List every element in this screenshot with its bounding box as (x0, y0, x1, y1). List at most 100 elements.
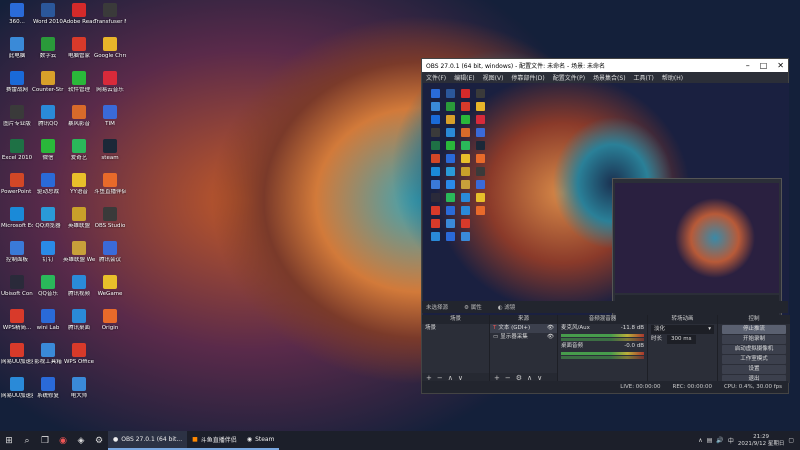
app-icon (103, 139, 117, 153)
desktop-icon[interactable]: 数字云 (32, 37, 64, 59)
desktop-icon[interactable]: WPS精简... (1, 309, 33, 331)
studio-mode-button[interactable]: 工作室模式 (722, 355, 786, 364)
desktop-icon[interactable]: 网易UU加速器工具 (1, 343, 33, 365)
mixer-track-desktop: 桌面音频 -0.0 dB (561, 343, 644, 349)
desktop-icon-label: TIM (105, 121, 115, 127)
desktop-icon[interactable]: YY语音 (63, 173, 95, 195)
menu-tools[interactable]: 工具(T) (634, 73, 654, 82)
virtual-camera-button[interactable]: 启动虚拟摄像机 (722, 345, 786, 354)
filters-button[interactable]: ◐ 滤镜 (498, 303, 516, 311)
search-icon[interactable]: ⌕ (18, 431, 36, 450)
desktop-icon[interactable]: 爱奇艺 (63, 139, 95, 161)
desktop-icon[interactable]: 控制面板 (1, 241, 33, 263)
duration-field[interactable]: 300 ms (667, 335, 696, 344)
menu-help[interactable]: 帮助(H) (662, 73, 683, 82)
desktop-icon[interactable]: 电脑管家 (63, 37, 95, 59)
obs-titlebar[interactable]: OBS 27.0.1 (64 bit, windows) - 配置文件: 未命名… (422, 59, 788, 72)
desktop-icon[interactable]: 软件管理 (63, 71, 95, 93)
desktop-volume-slider[interactable] (561, 356, 644, 359)
eye-icon[interactable]: 👁 (547, 333, 554, 342)
desktop-icon[interactable]: 驱动总裁 (32, 173, 64, 195)
app-icon (10, 207, 24, 221)
desktop-icon[interactable]: 电大师 (63, 377, 95, 399)
desktop-icon[interactable]: 图片专业版 (1, 105, 33, 127)
maximize-icon[interactable]: □ (760, 61, 768, 70)
desktop-icon[interactable]: 360... (1, 3, 33, 25)
ime-icon[interactable]: 中 (728, 436, 734, 445)
menu-edit[interactable]: 编辑(E) (454, 73, 474, 82)
menu-scene-collection[interactable]: 场景集合(S) (593, 73, 626, 82)
desktop-icon[interactable]: 网易云音乐 (94, 71, 126, 93)
desktop-icon[interactable]: 英雄联盟 WeGame版 (63, 241, 95, 263)
scene-item[interactable]: 场景 (422, 324, 489, 333)
app-icon (41, 275, 55, 289)
desktop-icon[interactable]: 微信 (32, 139, 64, 161)
desktop-icon[interactable]: PowerPoint 2010 (1, 173, 33, 195)
minimize-icon[interactable]: – (746, 61, 750, 70)
close-icon[interactable]: ✕ (777, 61, 784, 70)
windows-start-icon[interactable]: ⊞ (0, 431, 18, 450)
source-item[interactable]: T 文本 (GDI+) 👁 (490, 324, 557, 333)
preview-icon (446, 206, 455, 215)
desktop-icon[interactable]: 赛雷战网 (1, 71, 33, 93)
app-icon (103, 105, 117, 119)
desktop-icon[interactable]: 腾讯会议 (94, 241, 126, 263)
desktop-icon[interactable]: 腾讯视频 (63, 275, 95, 297)
menu-docks[interactable]: 停靠部件(D) (511, 73, 544, 82)
desktop-icon[interactable]: Ubisoft Connect (1, 275, 33, 297)
menu-profile[interactable]: 配置文件(P) (553, 73, 585, 82)
desktop-icon[interactable]: steam (94, 139, 126, 161)
taskbar-app-steam[interactable]: ◉ Steam (241, 431, 280, 450)
desktop-icon[interactable]: 暴风影音 (63, 105, 95, 127)
source-item[interactable]: ▭ 显示器采集 👁 (490, 333, 557, 342)
desktop-icon[interactable]: 斗鱼直播伴侣 (94, 173, 126, 195)
settings-button[interactable]: 设置 (722, 365, 786, 374)
douyu-icon: ■ (192, 436, 198, 443)
stop-streaming-button[interactable]: 停止推流 (722, 325, 786, 334)
mic-volume-slider[interactable] (561, 338, 644, 341)
desktop-icon[interactable]: WeGame (94, 275, 126, 297)
desktop-icon[interactable]: Adobe Reader XI (63, 3, 95, 25)
desktop-icon[interactable]: 钉钉 (32, 241, 64, 263)
menu-view[interactable]: 视图(V) (483, 73, 504, 82)
desktop-icon[interactable]: Google Chrome (94, 37, 126, 59)
volume-icon[interactable]: 🔊 (716, 437, 723, 444)
desktop-icon[interactable]: QQ音乐 (32, 275, 64, 297)
desktop-icon[interactable]: Microsoft Edge (1, 207, 33, 229)
desktop-icon[interactable]: 英雄联盟 (63, 207, 95, 229)
desktop-icon[interactable]: 腾讯桌面 (63, 309, 95, 331)
desktop-icon[interactable]: Transfuser Family (94, 3, 126, 25)
steam-icon[interactable]: ⚙ (90, 431, 108, 450)
desktop-icon[interactable]: 网易UU加速器 (1, 377, 33, 399)
menu-file[interactable]: 文件(F) (426, 73, 446, 82)
desktop-icon[interactable]: Word 2010 (32, 3, 64, 25)
tray-chevron-icon[interactable]: ∧ (698, 437, 702, 444)
properties-button[interactable]: ⚙ 属性 (464, 303, 482, 311)
game-icon[interactable]: ◈ (72, 431, 90, 450)
desktop-icon[interactable]: Counter-Strike Global Off... (32, 71, 64, 93)
desktop-icon-label: Google Chrome (94, 53, 126, 59)
task-view-icon[interactable]: ❐ (36, 431, 54, 450)
desktop-icon[interactable]: OBS Studio (94, 207, 126, 229)
clock[interactable]: 21:29 2021/9/12 星期日 (738, 434, 784, 448)
eye-icon[interactable]: 👁 (547, 324, 554, 333)
desktop-icon[interactable]: 影视工具箱 (32, 343, 64, 365)
taskbar-app-douyu[interactable]: ■ 斗鱼直播伴侣 (187, 431, 242, 450)
desktop-icon[interactable]: Origin (94, 309, 126, 331)
desktop-icon[interactable]: 腾讯QQ (32, 105, 64, 127)
desktop-icon[interactable]: QQ浏览器 (32, 207, 64, 229)
browser-icon[interactable]: ◉ (54, 431, 72, 450)
desktop-icon[interactable]: TIM (94, 105, 126, 127)
desktop-icon[interactable]: Excel 2010 (1, 139, 33, 161)
network-icon[interactable]: ▤ (707, 437, 713, 444)
app-icon (10, 139, 24, 153)
start-recording-button[interactable]: 开始录制 (722, 335, 786, 344)
desktop-icon[interactable]: WPS Office (63, 343, 95, 365)
desktop-icon[interactable]: 此电脑 (1, 37, 33, 59)
source-toolbar: 未选择源 ⚙ 属性 ◐ 滤镜 (422, 301, 788, 313)
notification-icon[interactable]: ▢ (788, 437, 794, 444)
desktop-icon[interactable]: 系统修复 (32, 377, 64, 399)
transition-type-select[interactable]: 淡化 ▾ (651, 325, 714, 334)
taskbar-app-obs[interactable]: ● OBS 27.0.1 (64 bit... (108, 431, 188, 450)
desktop-icon[interactable]: wini Lab (32, 309, 64, 331)
